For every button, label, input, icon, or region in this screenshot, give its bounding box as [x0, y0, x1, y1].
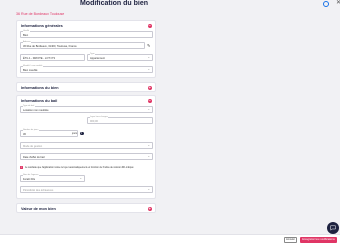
property-info-card[interactable]: Informations du bien +: [16, 82, 156, 92]
chat-icon: [330, 225, 336, 231]
info-icon[interactable]: i: [80, 131, 84, 136]
lease-date-value: Date d'effet du bail: [23, 155, 45, 159]
days-unit: jours: [72, 132, 78, 135]
save-button[interactable]: Enregistrer les modifications: [300, 237, 337, 243]
cancel-button[interactable]: Annuler: [284, 237, 297, 243]
value-card[interactable]: Valeur de mon bien +: [16, 203, 156, 213]
value-card-expand-icon[interactable]: +: [147, 206, 152, 211]
property-info-expand-icon[interactable]: +: [147, 85, 152, 90]
days-field-value: 30: [23, 132, 26, 136]
agency-select-label: Nom de l'agence: [22, 173, 40, 176]
close-icon[interactable]: ✕: [336, 0, 340, 6]
type-select[interactable]: Type Appartement ⌄: [87, 52, 153, 61]
type-select-value: Appartement: [90, 56, 105, 60]
chevron-down-icon: ⌄: [147, 67, 150, 72]
address-field-value: 36 Rue de Bordeaux, 31400, Toulouse, Fra…: [23, 44, 77, 48]
rent-field-label: Loyer hors charges: [89, 115, 109, 118]
value-card-title: Valeur de mon bien: [21, 207, 56, 211]
page-title: Modification du bien: [79, 0, 149, 7]
rent-field-value: 900,00: [90, 119, 98, 123]
payment-period-select[interactable]: Périodicité des échéances ⌄: [20, 186, 153, 193]
chevron-down-icon: ⌄: [79, 176, 82, 181]
property-address: 36 Rue de Bordeaux Toulouse: [16, 12, 65, 16]
management-mode-select[interactable]: Mode de gestion ⌄: [20, 142, 153, 149]
chevron-down-icon: ⌄: [147, 154, 150, 159]
type-select-label: Type: [89, 52, 96, 55]
chevron-down-icon: ⌄: [147, 55, 150, 60]
lease-info-title: Informations du bail: [21, 99, 58, 103]
lease-info-toggle-icon[interactable]: −: [147, 98, 152, 103]
lease-type-label: Type de bail: [22, 104, 35, 107]
furnished-select[interactable]: Meublé / non meublé Bien meublé ⌄: [20, 64, 153, 73]
general-info-title: Informations générales: [21, 24, 63, 28]
name-field-value: Bien: [23, 33, 29, 37]
days-field-label: Nombre de jours: [22, 128, 39, 131]
name-field[interactable]: Libellé Bien: [20, 29, 153, 38]
chevron-down-icon: ⌄: [147, 107, 150, 112]
lease-date-select[interactable]: Date d'effet du bail ⌄: [20, 153, 153, 160]
lot-field-value: ÉTG 1 - DROITE - LOT N°3: [23, 56, 55, 60]
address-field-label: Adresse: [22, 40, 32, 43]
lease-type-select[interactable]: Type de bail Location non meublée ⌄: [20, 104, 153, 113]
property-info-title: Informations du bien: [21, 86, 59, 90]
lot-field[interactable]: ÉTG 1 - DROITE - LOT N°3: [20, 54, 85, 61]
days-field[interactable]: Nombre de jours 30: [20, 128, 78, 137]
management-mode-value: Mode de gestion: [23, 144, 43, 148]
chevron-down-icon: ⌄: [147, 187, 150, 192]
rent-field[interactable]: Loyer hors charges 900,00: [87, 115, 153, 124]
payment-period-value: Périodicité des échéances: [23, 188, 54, 192]
general-info-toggle-icon[interactable]: −: [147, 23, 152, 28]
auto-revision-checkbox[interactable]: ✓: [20, 166, 24, 170]
edit-address-icon[interactable]: ✎: [147, 44, 150, 48]
agency-select-value: Ferahi Fils: [23, 177, 36, 181]
address-field[interactable]: Adresse 36 Rue de Bordeaux, 31400, Toulo…: [20, 40, 145, 49]
furnished-select-label: Meublé / non meublé: [22, 64, 43, 67]
chat-button[interactable]: [327, 222, 339, 234]
furnished-select-value: Bien meublé: [23, 68, 38, 72]
auto-revision-label: Je souhaite que l'application révise le …: [25, 166, 134, 169]
lease-type-value: Location non meublée: [23, 108, 49, 112]
agency-select[interactable]: Nom de l'agence Ferahi Fils ⌄: [20, 173, 85, 182]
name-field-label: Libellé: [22, 29, 30, 32]
chevron-down-icon: ⌄: [147, 143, 150, 148]
help-circle-icon[interactable]: [323, 1, 329, 7]
